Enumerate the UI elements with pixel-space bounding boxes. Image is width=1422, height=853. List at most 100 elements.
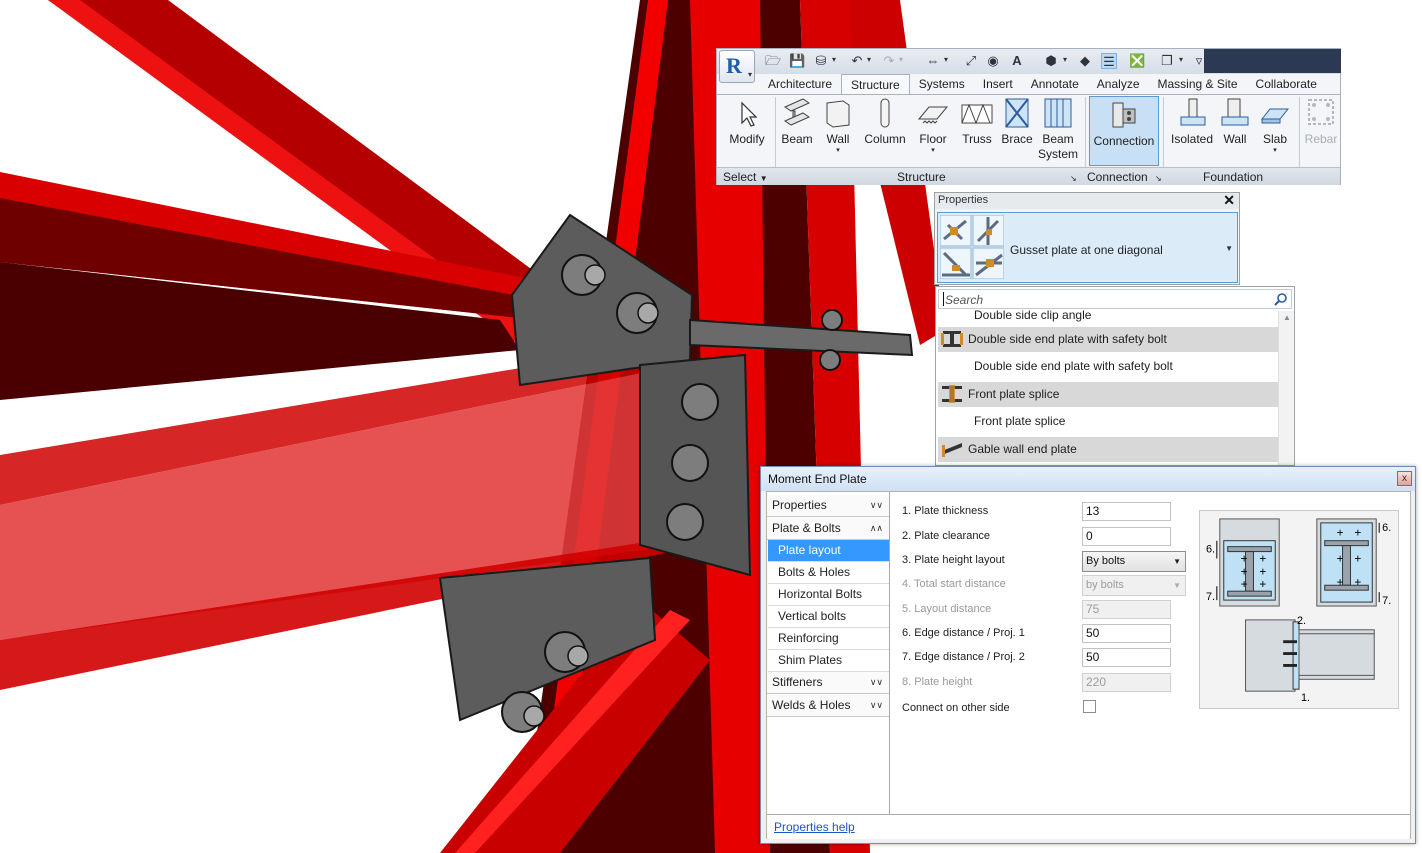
3d-view-dropdown-icon[interactable]: ▾ (1063, 55, 1067, 64)
edge-distance-proj1-field[interactable]: 50 (1082, 624, 1171, 643)
tab-architecture[interactable]: Architecture (759, 74, 841, 95)
type-selector[interactable]: Gusset plate at one diagonal ▼ (937, 212, 1238, 283)
measure-dropdown-icon[interactable]: ▾ (944, 55, 948, 64)
plate-clearance-field[interactable]: 0 (1082, 527, 1171, 546)
gable-wall-end-plate-group-icon (942, 443, 962, 457)
wall-button[interactable]: Wall ▾ (819, 97, 857, 155)
list-group-header[interactable]: Double side end plate with safety bolt (938, 327, 1278, 352)
redo-dropdown-icon[interactable]: ▾ (899, 55, 903, 64)
plate-thickness-field[interactable]: 13 (1082, 502, 1171, 521)
list-scrollbar[interactable]: ▲ (1278, 311, 1294, 465)
list-item[interactable]: Double side clip angle (938, 303, 1278, 328)
title-bar-area (1204, 49, 1341, 73)
properties-help-link[interactable]: Properties help (774, 820, 855, 834)
ribbon: 🗁 💾 ⛁ ▾ ↶ ▾ ↷ ▾ ⇔ ▾ ⤢ ◉ A ⬢ ▾ ◆ ☰ ❎ ❐ ▾ … (716, 48, 1341, 185)
tab-analyze[interactable]: Analyze (1088, 74, 1149, 95)
list-group-header[interactable]: Gable wall end plate (938, 437, 1278, 462)
nav-section-welds-holes[interactable]: Welds & Holes ∨∨ (767, 695, 889, 717)
list-item[interactable]: Double side end plate with safety bolt (938, 354, 1278, 379)
tab-massing-site[interactable]: Massing & Site (1149, 74, 1247, 95)
nav-item-shim-plates[interactable]: Shim Plates (768, 650, 889, 672)
scroll-up-icon[interactable]: ▲ (1283, 313, 1291, 322)
tab-insert[interactable]: Insert (974, 74, 1022, 95)
tab-annotate[interactable]: Annotate (1022, 74, 1088, 95)
select-panel-text: Select (723, 170, 757, 184)
switch-windows-dropdown-icon[interactable]: ▾ (1179, 55, 1183, 64)
redo-icon[interactable]: ↷ (881, 53, 897, 69)
dialog-close-button[interactable]: x (1397, 471, 1412, 486)
plate-height-label: 8. Plate height (902, 676, 973, 688)
wall-foundation-button[interactable]: Wall (1217, 97, 1253, 147)
beam-button[interactable]: Beam (777, 97, 817, 147)
3d-view-icon[interactable]: ⬢ (1043, 53, 1059, 69)
measure-icon[interactable]: ⇔ (925, 53, 941, 69)
connection-icon (1112, 102, 1136, 128)
structure-panel-launcher-icon[interactable]: ↘ (1070, 170, 1077, 184)
nav-section-plate-bolts[interactable]: Plate & Bolts ∧∧ (767, 518, 889, 540)
slab-button[interactable]: Slab ▾ (1257, 97, 1293, 155)
connection-button[interactable]: Connection (1089, 96, 1159, 166)
tab-structure[interactable]: Structure (841, 74, 910, 95)
nav-section-stiffeners[interactable]: Stiffeners ∨∨ (767, 672, 889, 694)
connection-panel-label: Connection (1087, 170, 1148, 184)
floor-button[interactable]: Floor ▾ (913, 97, 953, 155)
dialog-footer: Properties help (767, 814, 1410, 839)
svg-text:+: + (1241, 577, 1248, 591)
foundation-panel-label: Foundation (1203, 170, 1264, 184)
nav-item-bolts-holes[interactable]: Bolts & Holes (768, 562, 889, 584)
beam-system-button[interactable]: Beam System (1037, 97, 1079, 162)
text-icon[interactable]: A (1009, 53, 1025, 69)
edge-distance-proj1-label: 6. Edge distance / Proj. 1 (902, 627, 1025, 639)
edge-distance-proj2-field[interactable]: 50 (1082, 648, 1171, 667)
collapse-chevron-icon: ∧∧ (869, 523, 883, 533)
open-icon[interactable]: 🗁 (765, 53, 781, 69)
connect-other-side-checkbox[interactable] (1083, 700, 1096, 713)
tab-collaborate[interactable]: Collaborate (1247, 74, 1326, 95)
svg-text:+: + (1337, 526, 1344, 540)
tag-icon[interactable]: ◉ (985, 53, 1001, 69)
nav-item-vertical-bolts[interactable]: Vertical bolts (768, 606, 889, 628)
thin-lines-icon[interactable]: ☰ (1101, 53, 1117, 69)
tab-systems[interactable]: Systems (910, 74, 974, 95)
switch-windows-icon[interactable]: ❐ (1159, 53, 1175, 69)
close-windows-icon[interactable]: ❎ (1129, 53, 1145, 69)
isolated-foundation-button[interactable]: Isolated (1169, 97, 1215, 147)
wall-foundation-label: Wall (1223, 132, 1247, 146)
nav-item-plate-layout[interactable]: Plate layout (768, 540, 889, 562)
ribbon-tabs: Architecture Structure Systems Insert An… (759, 74, 1326, 95)
plate-height-layout-select[interactable]: By bolts ▼ (1082, 551, 1186, 572)
app-menu-button[interactable]: R ▾ (719, 50, 755, 83)
undo-dropdown-icon[interactable]: ▾ (867, 55, 871, 64)
total-start-distance-select: by bolts ▼ (1082, 575, 1186, 596)
truss-icon (961, 103, 993, 125)
dimension-icon[interactable]: ⤢ (963, 53, 979, 69)
sync-icon[interactable]: ⛁ (813, 53, 829, 69)
connection-type-thumbnail-icon (940, 215, 1004, 279)
brace-button[interactable]: Brace (999, 97, 1035, 147)
nav-item-horizontal-bolts[interactable]: Horizontal Bolts (768, 584, 889, 606)
list-item[interactable]: Front plate splice (938, 409, 1278, 434)
beam-label: Beam (781, 132, 813, 146)
floor-icon (917, 106, 949, 124)
list-group-label: Front plate splice (968, 387, 1060, 401)
beam-system-icon (1044, 98, 1072, 128)
sync-dropdown-icon[interactable]: ▾ (832, 55, 836, 64)
truss-button[interactable]: Truss (958, 97, 996, 147)
modify-button[interactable]: Modify (723, 97, 771, 147)
connection-panel-launcher-icon[interactable]: ↘ (1155, 170, 1162, 184)
save-icon[interactable]: 💾 (789, 53, 805, 69)
undo-icon[interactable]: ↶ (849, 53, 865, 69)
list-group-header[interactable]: Front plate splice (938, 382, 1278, 407)
nav-item-reinforcing[interactable]: Reinforcing (768, 628, 889, 650)
column-button[interactable]: Column (861, 97, 909, 147)
brace-icon (1005, 98, 1029, 128)
nav-section-properties[interactable]: Properties ∨∨ (767, 495, 889, 517)
select-panel-label[interactable]: Select ▼ (723, 170, 768, 184)
preview-label-6b: 6. (1382, 522, 1391, 534)
type-name: Gusset plate at one diagonal (1010, 243, 1163, 257)
slab-icon (1260, 108, 1290, 124)
type-dropdown-icon[interactable]: ▼ (1225, 244, 1233, 253)
properties-close-icon[interactable]: ✕ (1223, 193, 1235, 208)
customize-icon[interactable]: ▿ (1191, 53, 1207, 69)
section-icon[interactable]: ◆ (1077, 53, 1093, 69)
